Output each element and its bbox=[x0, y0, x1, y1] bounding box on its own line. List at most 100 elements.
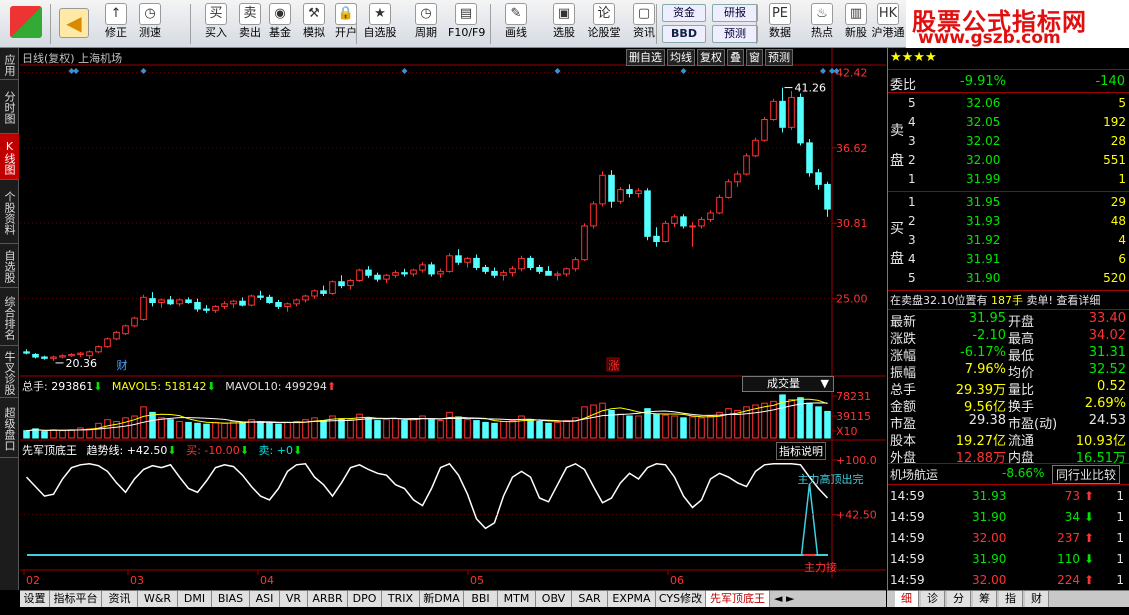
bottom-tab-3[interactable]: W&R bbox=[138, 591, 178, 607]
right-tab-3[interactable]: 筹 bbox=[973, 591, 997, 607]
bottom-tab-7[interactable]: VR bbox=[280, 591, 308, 607]
volume-indicator-dropdown[interactable]: 成交量 ▼ bbox=[742, 376, 834, 392]
toolbar-button-17[interactable]: HK 沪港通 bbox=[870, 2, 906, 46]
wei-cha: -140 bbox=[1095, 74, 1125, 89]
chart-button-2[interactable]: 复权 bbox=[697, 49, 725, 66]
toolbar-icon-4: ◉ bbox=[269, 3, 291, 25]
bottom-tab-10[interactable]: TRIX bbox=[382, 591, 420, 607]
right-tab-0[interactable]: 细 bbox=[895, 591, 919, 607]
toolbar-button-1[interactable]: ◷ 测速 bbox=[132, 2, 168, 46]
sell-level-3[interactable]: 3 32.02 28 bbox=[888, 132, 1129, 151]
chart-area[interactable]: 42.42 36.62 30.81 25.00 41.26 20.36 财 涨 78231 391… bbox=[20, 48, 886, 590]
event-diamond-icon[interactable] bbox=[829, 68, 835, 74]
sell-level-1[interactable]: 1 31.99 1 bbox=[888, 170, 1129, 189]
toolbar-button-16[interactable]: ▥ 新股 bbox=[838, 2, 874, 46]
bottom-tab-18[interactable]: 先军顶底王 bbox=[706, 591, 770, 607]
event-diamond-icon[interactable] bbox=[140, 68, 147, 74]
candle-body bbox=[725, 181, 732, 198]
bottom-tab-13[interactable]: MTM bbox=[498, 591, 536, 607]
bbd-button[interactable]: BBD bbox=[662, 25, 706, 43]
toolbar-button-2[interactable]: 买买入 bbox=[198, 2, 234, 46]
bottom-tab-11[interactable]: 新DMA bbox=[420, 591, 464, 607]
chart-button-1[interactable]: 均线 bbox=[667, 49, 695, 66]
left-tab-6[interactable]: 牛叉诊股 bbox=[0, 346, 19, 398]
left-tab-7[interactable]: 超级盘口 bbox=[0, 398, 19, 458]
fund-button[interactable]: 资金 bbox=[662, 4, 706, 22]
buy-level-3[interactable]: 3 31.92 4 bbox=[888, 231, 1129, 250]
toolbar-button-6[interactable]: 🔒 开户 bbox=[328, 2, 364, 46]
sell-level-5[interactable]: 5 32.06 5 bbox=[888, 94, 1129, 113]
event-diamond-icon[interactable] bbox=[73, 68, 79, 74]
limit-up-marker[interactable]: 涨 bbox=[608, 359, 619, 372]
toolbar-button-4[interactable]: ◉ 基金 bbox=[262, 2, 298, 46]
bottom-tab-9[interactable]: DPO bbox=[348, 591, 382, 607]
toolbar-button-8[interactable]: ◷ 周期 bbox=[408, 2, 444, 46]
research-button[interactable]: 研报 bbox=[712, 4, 758, 22]
toolbar-button-7[interactable]: ★ 自选股 bbox=[362, 2, 398, 46]
right-tab-1[interactable]: 诊 bbox=[921, 591, 945, 607]
toolbar-label-5: 模拟 bbox=[303, 26, 325, 39]
bottom-tab-14[interactable]: OBV bbox=[536, 591, 572, 607]
toolbar-button-14[interactable]: PE 数据 bbox=[762, 2, 798, 46]
chart-button-5[interactable]: 预测 bbox=[765, 49, 793, 66]
left-tab-0[interactable]: 应用 bbox=[0, 48, 19, 80]
industry-compare-button[interactable]: 同行业比较 bbox=[1052, 465, 1121, 484]
toolbar-button-10[interactable]: ✎ 画线 bbox=[498, 2, 534, 46]
volume-axis-label-0: 78231 bbox=[836, 390, 871, 403]
bottom-tab-12[interactable]: BBI bbox=[464, 591, 498, 607]
right-tab-4[interactable]: 指 bbox=[999, 591, 1023, 607]
indicator-help-button[interactable]: 指标说明 bbox=[776, 442, 826, 460]
left-tab-3[interactable]: 个股资料 bbox=[0, 180, 19, 244]
left-tab-2[interactable]: K线图 bbox=[0, 134, 19, 180]
bottom-tab-2[interactable]: 资讯 bbox=[102, 591, 138, 607]
chart-button-3[interactable]: 叠 bbox=[727, 49, 744, 66]
candle-body bbox=[230, 300, 237, 305]
left-tab-1[interactable]: 分时图 bbox=[0, 80, 19, 134]
big-order-info[interactable]: 在卖盘32.10位置有 187手 卖单! 查看详细 bbox=[890, 292, 1100, 308]
toolbar-button-5[interactable]: ⚒ 模拟 bbox=[296, 2, 332, 46]
tab-scroll-arrows-icon[interactable]: ◄ ► bbox=[774, 591, 794, 607]
right-tab-5[interactable]: 财 bbox=[1025, 591, 1049, 607]
candle-body bbox=[689, 225, 696, 228]
bottom-tab-6[interactable]: ASI bbox=[250, 591, 280, 607]
tick-volume: 224 bbox=[1057, 573, 1080, 587]
toolbar-button-15[interactable]: ♨ 热点 bbox=[804, 2, 840, 46]
bottom-tab-4[interactable]: DMI bbox=[178, 591, 212, 607]
sell-level-vol: 5 bbox=[1118, 96, 1126, 110]
bottom-tab-0[interactable]: 设置 bbox=[20, 591, 50, 607]
bottom-tab-17[interactable]: CYS修改 bbox=[656, 591, 706, 607]
toolbar-button-12[interactable]: 论论股堂 bbox=[586, 2, 622, 46]
indicator-axis-label-1: +42.50 bbox=[836, 509, 877, 522]
finance-event-marker[interactable]: 财 bbox=[117, 358, 128, 372]
chart-button-4[interactable]: 窗 bbox=[746, 49, 763, 66]
candle-body bbox=[392, 272, 399, 276]
buy-level-1[interactable]: 1 31.95 29 bbox=[888, 193, 1129, 212]
buy-level-5[interactable]: 5 31.90 520 bbox=[888, 269, 1129, 288]
bottom-tab-8[interactable]: ARBR bbox=[308, 591, 348, 607]
bottom-tab-16[interactable]: EXPMA bbox=[608, 591, 656, 607]
toolbar-button-0[interactable]: ↑ 修正 bbox=[98, 2, 134, 46]
bottom-tab-5[interactable]: BIAS bbox=[212, 591, 250, 607]
event-diamond-icon[interactable] bbox=[820, 68, 826, 74]
bottom-tab-15[interactable]: SAR bbox=[572, 591, 608, 607]
event-diamond-icon[interactable] bbox=[554, 68, 561, 74]
right-tab-2[interactable]: 分 bbox=[947, 591, 971, 607]
toolbar-button-9[interactable]: ▤ F10/F9 bbox=[448, 2, 485, 46]
mavol10-value: 499294 bbox=[284, 380, 327, 393]
buy-level-4[interactable]: 4 31.91 6 bbox=[888, 250, 1129, 269]
event-diamond-icon[interactable] bbox=[680, 68, 687, 74]
big-order-detail-link[interactable]: 卖单! 查看详细 bbox=[1027, 294, 1101, 307]
sell-level-2[interactable]: 2 32.00 551 bbox=[888, 151, 1129, 170]
sector-row[interactable]: 机场航运 -8.66% 同行业比较 bbox=[888, 465, 1129, 484]
chart-button-0[interactable]: 删自选 bbox=[626, 49, 665, 66]
sell-level-4[interactable]: 4 32.05 192 bbox=[888, 113, 1129, 132]
event-diamond-icon[interactable] bbox=[401, 68, 408, 74]
forecast-button[interactable]: 预测 bbox=[712, 25, 758, 43]
left-tab-4[interactable]: 自选股 bbox=[0, 244, 19, 288]
toolbar-button-11[interactable]: ▣ 选股 bbox=[546, 2, 582, 46]
app-logo[interactable] bbox=[6, 2, 46, 46]
buy-level-2[interactable]: 2 31.93 48 bbox=[888, 212, 1129, 231]
bottom-tab-1[interactable]: 指标平台 bbox=[50, 591, 102, 607]
left-tab-5[interactable]: 综合排名 bbox=[0, 288, 19, 346]
back-button[interactable]: ◀ bbox=[56, 2, 92, 46]
